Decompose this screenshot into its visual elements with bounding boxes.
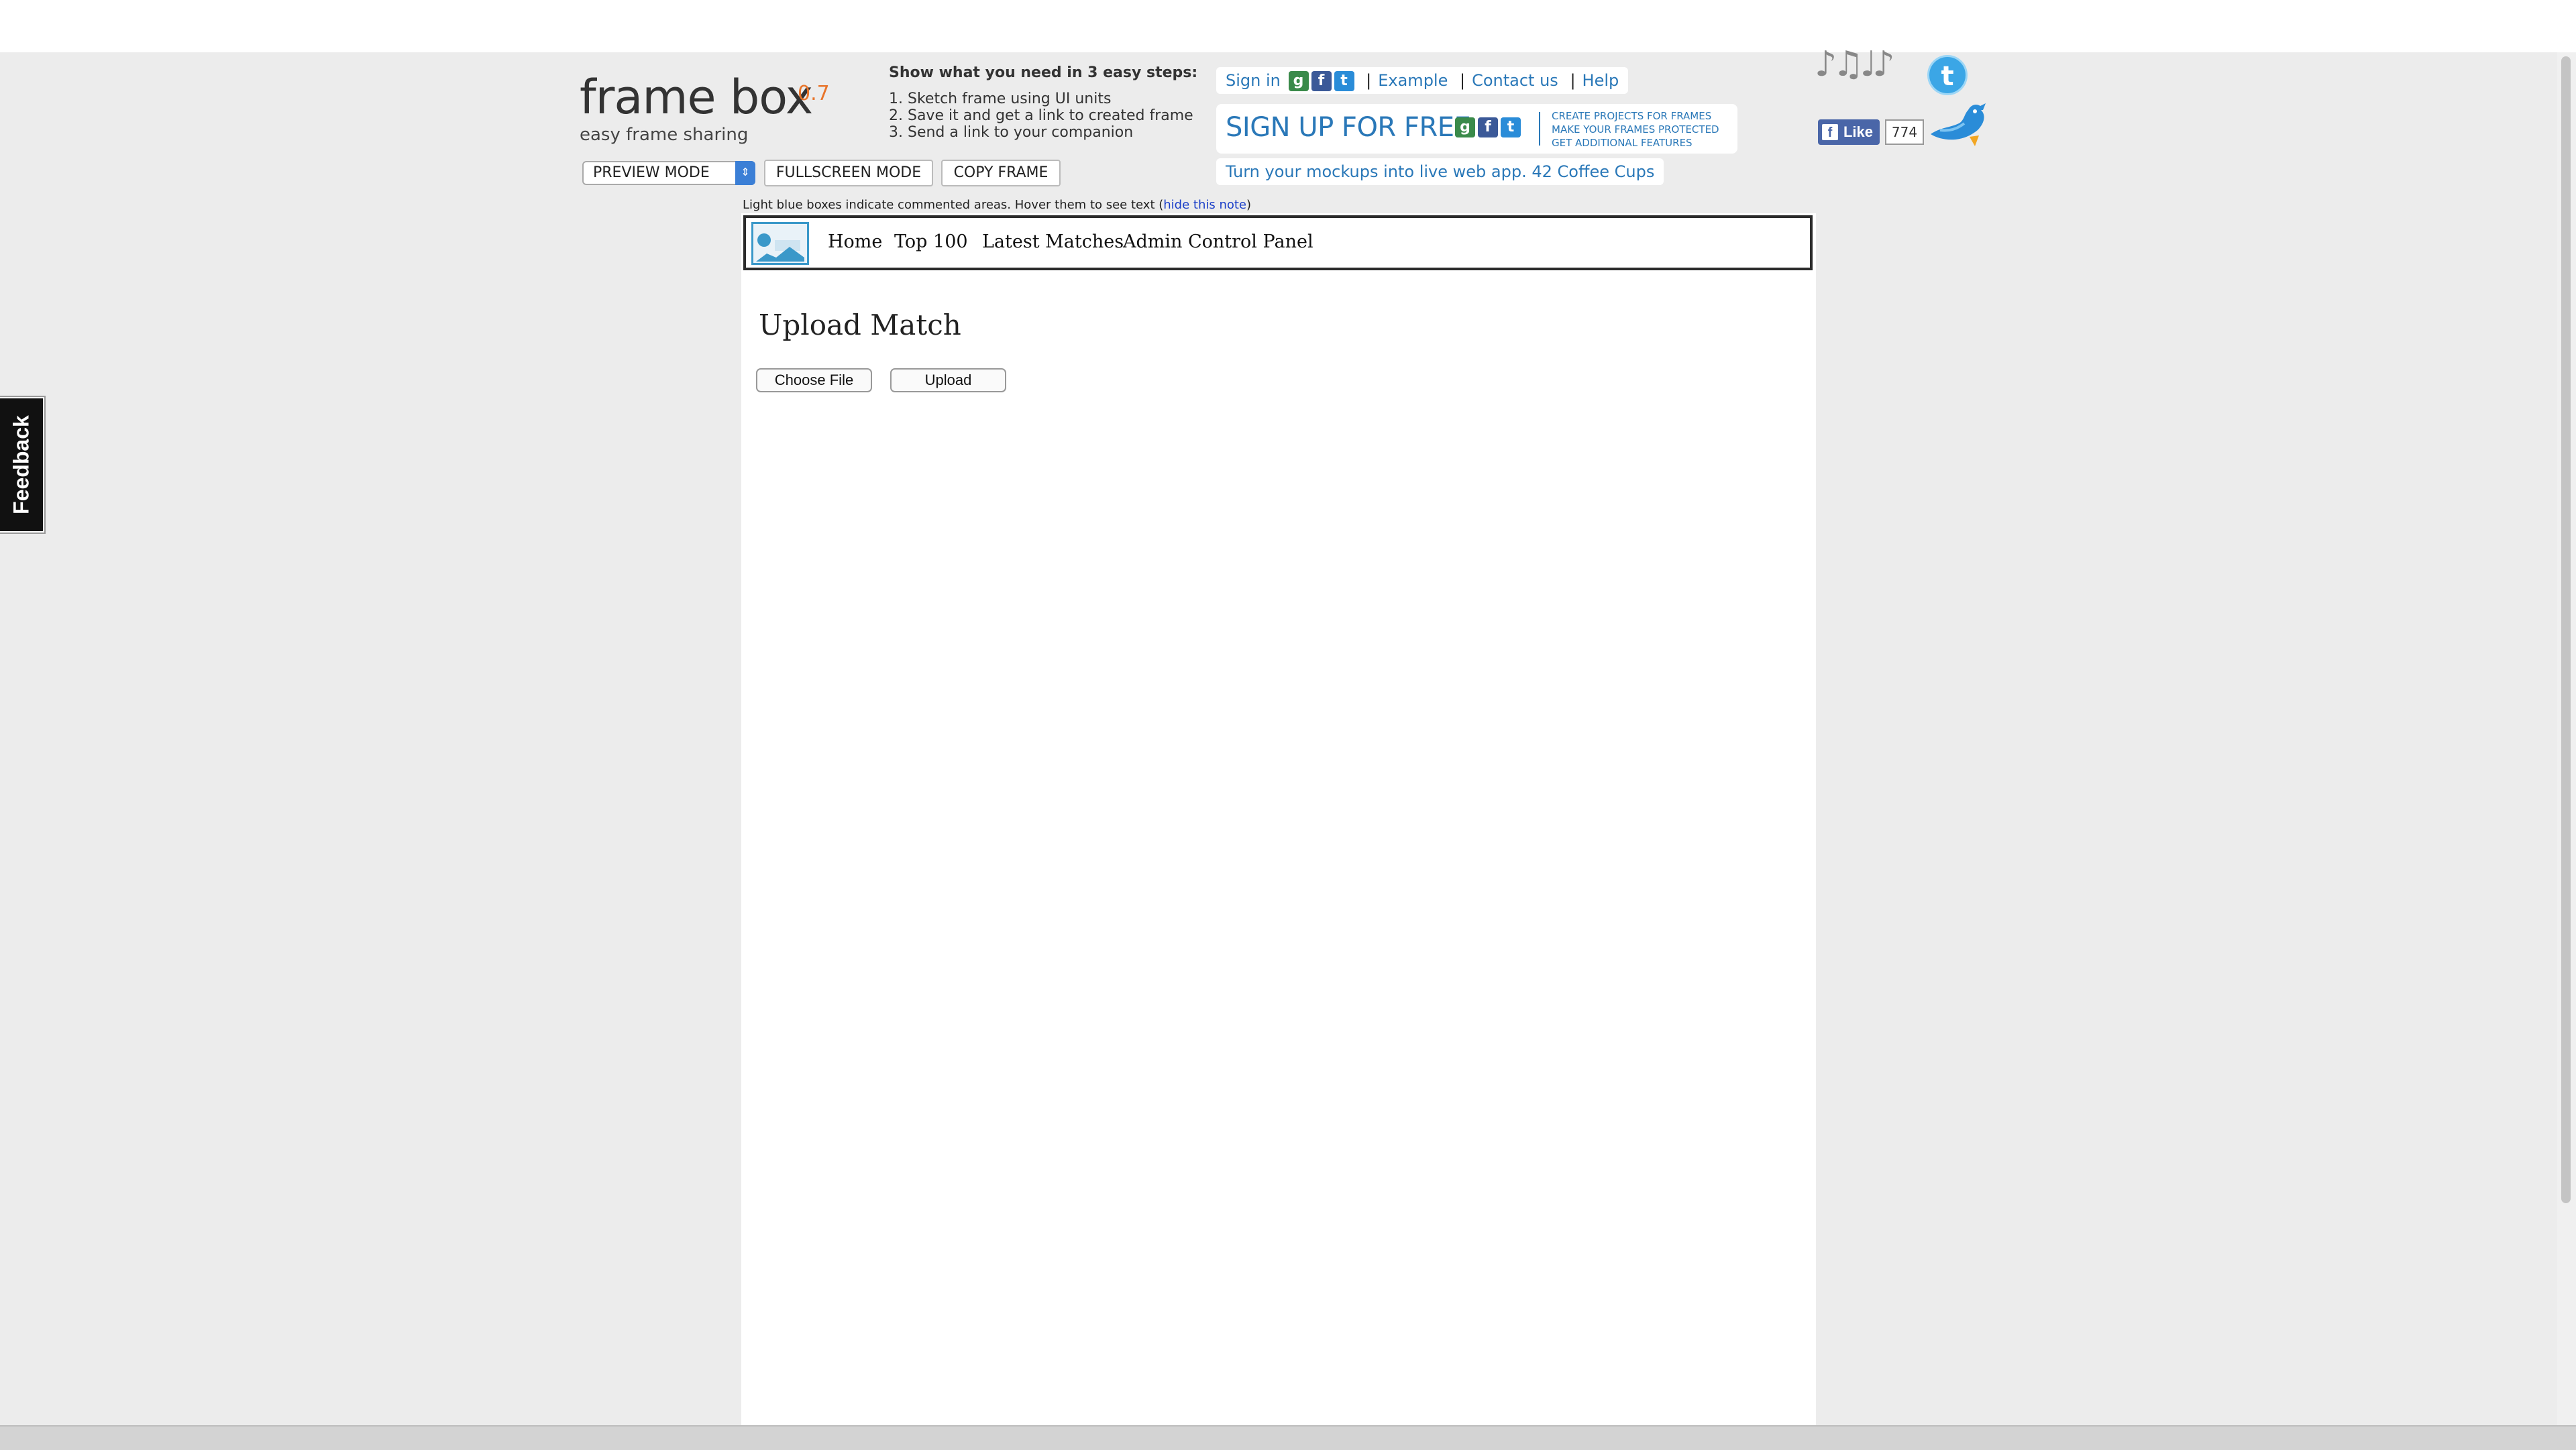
facebook-icon[interactable]: f [1311, 71, 1332, 91]
promo-link[interactable]: Turn your mockups into live web app. 42 … [1216, 158, 1664, 185]
sign-in-link[interactable]: Sign in [1226, 71, 1281, 90]
image-icon [756, 233, 804, 262]
facebook-like-button[interactable]: f Like [1818, 119, 1880, 145]
twitter-icon[interactable]: t [1334, 71, 1354, 91]
app-tagline: easy frame sharing [580, 125, 749, 145]
vertical-scrollbar[interactable] [2557, 52, 2576, 1425]
app-logo[interactable]: frame box 0.7 easy frame sharing [580, 70, 830, 145]
frame-navbar: Home Top 100 Latest Matches Admin Contro… [743, 215, 1813, 270]
hide-note-link[interactable]: hide this note [1163, 198, 1246, 212]
google-icon[interactable]: g [1455, 117, 1475, 137]
app-title: frame box [580, 70, 813, 125]
divider [1539, 112, 1540, 146]
google-icon[interactable]: g [1288, 71, 1309, 91]
feedback-label: Feedback [9, 415, 34, 514]
signup-banner[interactable]: SIGN UP FOR FREE gft CREATE PROJECTS FOR… [1216, 104, 1737, 154]
mode-select[interactable]: PREVIEW MODE ⇕ [582, 161, 755, 185]
benefit-item: GET ADDITIONAL FEATURES [1552, 137, 1693, 149]
scrollbar-thumb[interactable] [2561, 56, 2571, 1203]
separator: | [1570, 71, 1576, 90]
help-link[interactable]: Help [1582, 71, 1619, 90]
facebook-icon: f [1822, 124, 1838, 140]
benefit-item: CREATE PROJECTS FOR FRAMES [1552, 110, 1712, 122]
choose-file-button[interactable]: Choose File [756, 368, 872, 392]
feedback-tab[interactable]: Feedback [0, 397, 44, 533]
twitter-circle-icon[interactable]: t [1927, 55, 1968, 95]
signup-benefits: CREATE PROJECTS FOR FRAMES MAKE YOUR FRA… [1552, 109, 1719, 150]
separator: | [1366, 71, 1372, 90]
browser-top-bar [0, 0, 2576, 52]
frame-canvas [741, 213, 1816, 1425]
signup-label: SIGN UP FOR FREE [1226, 112, 1471, 143]
music-notes-icon: ♪♫♩♪ [1815, 44, 1894, 85]
nav-home[interactable]: Home [828, 231, 882, 252]
like-label: Like [1843, 123, 1873, 140]
app-version: 0.7 [798, 82, 830, 105]
step-item: 3. Send a link to your companion [889, 124, 1134, 141]
facebook-icon[interactable]: f [1478, 117, 1498, 137]
steps-title: Show what you need in 3 easy steps: [889, 64, 1198, 81]
mode-select-value: PREVIEW MODE [593, 164, 710, 181]
image-placeholder-icon[interactable] [751, 222, 809, 265]
separator: | [1460, 71, 1466, 90]
nav-admin-control-panel[interactable]: Admin Control Panel [1123, 231, 1313, 252]
account-links: Sign in gft | Example | Contact us | Help [1216, 67, 1629, 94]
steps-panel: Show what you need in 3 easy steps: 1. S… [889, 64, 1197, 141]
nav-latest-matches[interactable]: Latest Matches [982, 231, 1124, 252]
example-link[interactable]: Example [1378, 71, 1448, 90]
nav-top-100[interactable]: Top 100 [894, 231, 968, 252]
copy-frame-button[interactable]: COPY FRAME [941, 160, 1061, 186]
note-close-paren: ) [1246, 198, 1252, 212]
like-count: 774 [1885, 119, 1924, 145]
browser-bottom-bar [0, 1425, 2576, 1450]
step-item: 1. Sketch frame using UI units [889, 91, 1112, 107]
benefit-item: MAKE YOUR FRAMES PROTECTED [1552, 123, 1719, 135]
step-item: 2. Save it and get a link to created fra… [889, 107, 1193, 124]
page-title: Upload Match [759, 309, 961, 341]
fullscreen-mode-button[interactable]: FULLSCREEN MODE [764, 160, 933, 186]
contact-us-link[interactable]: Contact us [1472, 71, 1558, 90]
comment-note: Light blue boxes indicate commented area… [743, 198, 1251, 212]
upload-button[interactable]: Upload [890, 368, 1006, 392]
select-arrows-icon: ⇕ [735, 161, 755, 185]
twitter-icon[interactable]: t [1501, 117, 1521, 137]
signup-social-icons: gft [1452, 117, 1521, 137]
note-text: Light blue boxes indicate commented area… [743, 198, 1164, 212]
twitter-bird-icon[interactable] [1927, 101, 1988, 148]
